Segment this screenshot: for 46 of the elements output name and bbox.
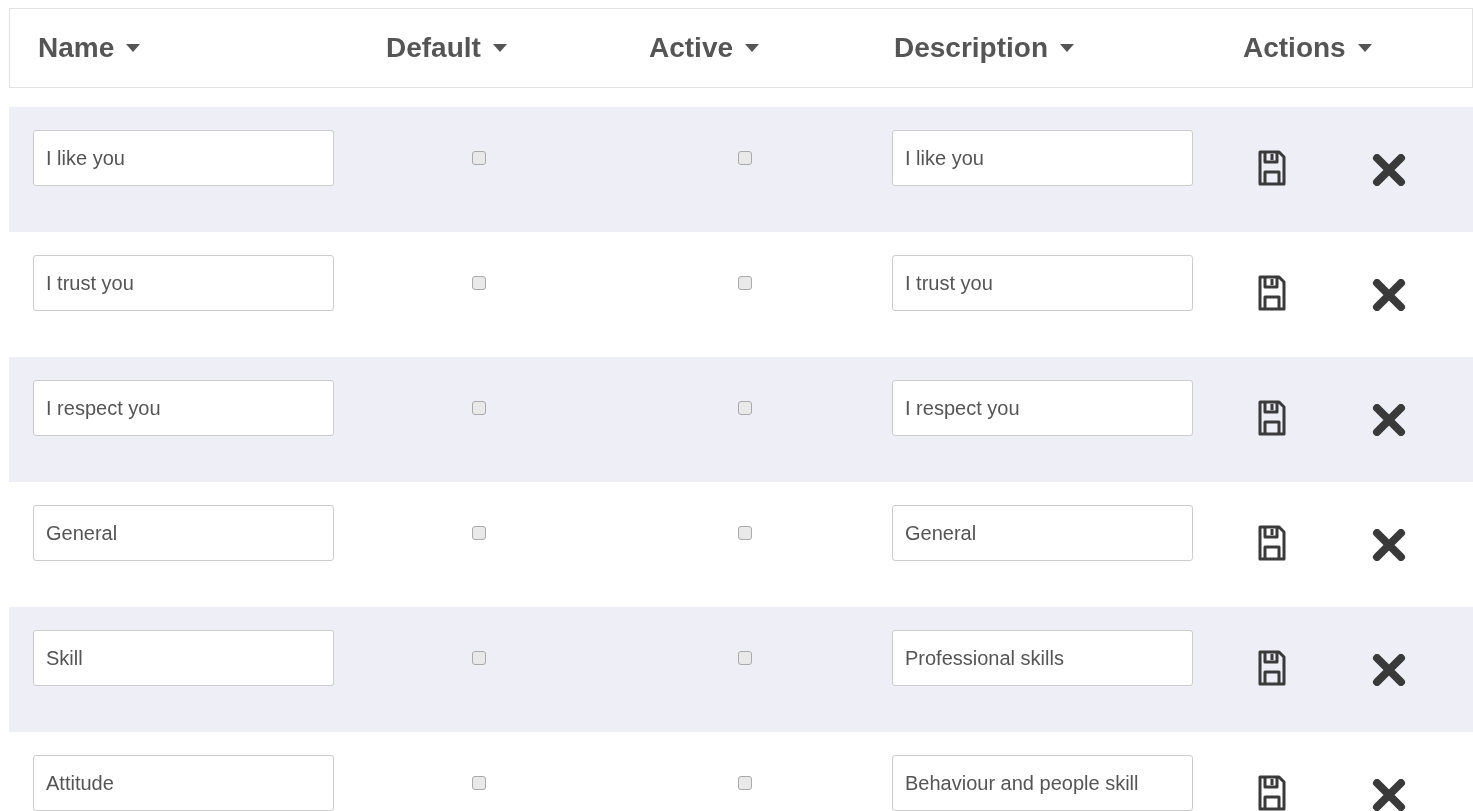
save-icon[interactable] xyxy=(1258,275,1286,311)
checkbox[interactable] xyxy=(738,401,752,415)
close-icon[interactable] xyxy=(1372,154,1406,186)
close-icon[interactable] xyxy=(1372,654,1406,686)
checkbox[interactable] xyxy=(472,151,486,165)
checkbox[interactable] xyxy=(472,651,486,665)
column-header[interactable]: Default xyxy=(386,27,481,69)
text-field[interactable]: I respect you xyxy=(33,380,334,436)
save-icon[interactable] xyxy=(1258,400,1286,436)
caret-icon xyxy=(1060,44,1075,52)
column-header[interactable]: Description xyxy=(894,27,1049,69)
checkbox[interactable] xyxy=(738,276,752,290)
column-header[interactable]: Actions xyxy=(1243,27,1346,69)
text-field[interactable]: Skill xyxy=(33,630,334,686)
text-field[interactable]: Professional skills xyxy=(892,630,1193,686)
text-field[interactable]: Behaviour and people skill xyxy=(892,755,1193,811)
checkbox[interactable] xyxy=(738,151,752,165)
text-field[interactable]: I like you xyxy=(892,130,1193,186)
checkbox[interactable] xyxy=(738,651,752,665)
save-icon[interactable] xyxy=(1258,650,1286,686)
checkbox[interactable] xyxy=(472,401,486,415)
text-field[interactable]: I trust you xyxy=(33,255,334,311)
column-header[interactable]: Name xyxy=(38,27,115,69)
column-header[interactable]: Active xyxy=(649,27,734,69)
save-icon[interactable] xyxy=(1258,150,1286,186)
text-field[interactable]: I respect you xyxy=(892,380,1193,436)
checkbox[interactable] xyxy=(738,776,752,790)
text-field[interactable]: General xyxy=(892,505,1193,561)
save-icon[interactable] xyxy=(1258,525,1286,561)
caret-icon xyxy=(126,44,141,52)
text-field[interactable]: Attitude xyxy=(33,755,334,811)
text-field[interactable]: I trust you xyxy=(892,255,1193,311)
close-icon[interactable] xyxy=(1372,779,1406,811)
text-field[interactable]: General xyxy=(33,505,334,561)
checkbox[interactable] xyxy=(472,526,486,540)
caret-icon xyxy=(745,44,760,52)
checkbox[interactable] xyxy=(738,526,752,540)
caret-icon xyxy=(492,44,507,52)
checkbox[interactable] xyxy=(472,776,486,790)
checkbox[interactable] xyxy=(472,276,486,290)
close-icon[interactable] xyxy=(1372,279,1406,311)
close-icon[interactable] xyxy=(1372,529,1406,561)
text-field[interactable]: I like you xyxy=(33,130,334,186)
caret-icon xyxy=(1357,44,1372,52)
save-icon[interactable] xyxy=(1258,775,1286,811)
close-icon[interactable] xyxy=(1372,404,1406,436)
